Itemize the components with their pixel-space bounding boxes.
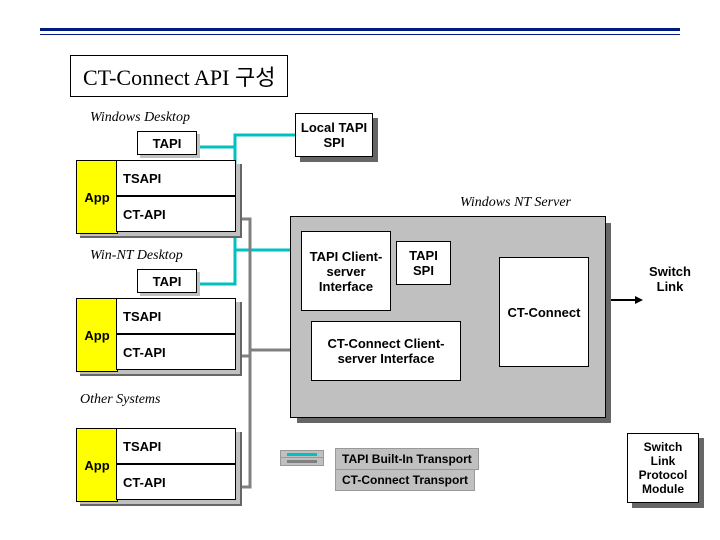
label-winnt-desktop: Win-NT Desktop — [90, 248, 183, 264]
server-panel: TAPI Client-server Interface TAPI SPI CT… — [290, 216, 606, 418]
tsapi-box-3: TSAPI — [116, 428, 236, 464]
app-box-3: App — [76, 428, 118, 502]
switch-module-box: Switch Link Protocol Module — [627, 433, 699, 503]
tapi-cs-interface-box: TAPI Client-server Interface — [301, 231, 391, 311]
tapi-box-1: TAPI — [137, 131, 197, 155]
ctapi-box-2: CT-API — [116, 334, 236, 370]
header-rule-thick — [40, 28, 680, 31]
tsapi-box-1: TSAPI — [116, 160, 236, 196]
page-title: CT-Connect API 구성 — [70, 55, 288, 97]
app-box-2: App — [76, 298, 118, 372]
stack-other-systems: App TSAPI CT-API — [80, 432, 242, 506]
tapi-box-shadow-1: TAPI — [140, 134, 200, 158]
tapi-box-2: TAPI — [137, 269, 197, 293]
tapi-spi-box: TAPI SPI — [396, 241, 451, 285]
legend-swatch-ct — [287, 460, 317, 463]
header-rule-thin — [40, 34, 680, 35]
legend-ct-transport: CT-Connect Transport — [342, 473, 468, 487]
label-windows-desktop: Windows Desktop — [90, 110, 190, 126]
ct-connect-box: CT-Connect — [499, 257, 589, 367]
stack-winnt-desktop: App TSAPI CT-API — [80, 302, 242, 376]
ct-cs-interface-box: CT-Connect Client-server Interface — [311, 321, 461, 381]
legend — [280, 450, 324, 466]
switch-link-label: Switch Link — [640, 264, 700, 294]
stack-windows-desktop: App TSAPI CT-API — [80, 164, 242, 238]
app-box-1: App — [76, 160, 118, 234]
local-tapi-spi-box: Local TAPI SPI — [295, 113, 373, 157]
ctapi-box-3: CT-API — [116, 464, 236, 500]
ctapi-box-1: CT-API — [116, 196, 236, 232]
legend-swatch-tapi — [287, 453, 317, 456]
legend-tapi-transport: TAPI Built-In Transport — [342, 452, 472, 466]
tsapi-box-2: TSAPI — [116, 298, 236, 334]
tapi-box-shadow-2: TAPI — [140, 272, 200, 296]
label-winnt-server: Windows NT Server — [460, 195, 571, 211]
label-other-systems: Other Systems — [80, 392, 161, 408]
